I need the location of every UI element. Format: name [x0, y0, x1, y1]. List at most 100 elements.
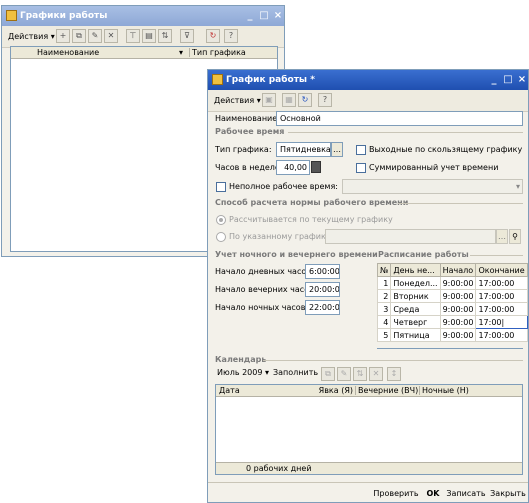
schedule-type-input[interactable]: Пятидневка — [276, 142, 331, 157]
schedule-form-window: График работы * _ □ × Действия ▾ ▣ ▦ ↻ ?… — [207, 69, 529, 503]
minimize-icon[interactable]: _ — [488, 73, 500, 86]
column-header[interactable]: Окончание — [475, 263, 528, 277]
ok-button[interactable]: OK — [422, 487, 444, 501]
month-value: Июль 2009 — [217, 368, 263, 377]
refresh-icon[interactable]: ↻ — [298, 93, 312, 107]
night-hours-input[interactable]: 22:00:00 — [305, 300, 340, 315]
hours-week-input[interactable]: 40,00 — [276, 160, 310, 175]
table-row[interactable]: 5 Пятница 9:00:00 17:00:00 — [376, 328, 528, 342]
help-icon[interactable]: ? — [318, 93, 332, 107]
table-row[interactable]: 4 Четверг 9:00:00 17:00| — [376, 315, 528, 329]
save-icon[interactable]: ▣ — [262, 93, 276, 107]
specified-schedule-input[interactable] — [325, 229, 496, 244]
close-icon[interactable]: × — [272, 9, 284, 22]
column-header-night[interactable]: Ночные (Н) — [422, 386, 469, 395]
delete-icon[interactable]: ✕ — [369, 367, 383, 381]
delete-icon[interactable]: ✕ — [104, 29, 118, 43]
row-number: 2 — [376, 289, 392, 303]
schedules-list-titlebar[interactable]: Графики работы _ □ × — [2, 6, 284, 26]
weekday-cell[interactable]: Четверг — [390, 315, 441, 329]
radio-current-schedule[interactable] — [216, 215, 226, 225]
close-button[interactable]: Закрыть — [488, 487, 528, 501]
add-icon[interactable]: + — [56, 29, 70, 43]
filter-icon[interactable]: ⊽ — [180, 29, 194, 43]
sort-icon[interactable]: ↕ — [387, 367, 401, 381]
weekday-cell[interactable]: Пятница — [390, 328, 441, 342]
name-input[interactable]: Основной — [276, 111, 523, 126]
maximize-icon[interactable]: □ — [258, 9, 270, 22]
start-time-cell[interactable]: 9:00:00 — [439, 276, 477, 290]
day-hours-label: Начало дневных часов: — [215, 267, 314, 276]
copy-icon[interactable]: ⧉ — [72, 29, 86, 43]
folder-add-icon[interactable]: ▤ — [142, 29, 156, 43]
end-time-cell[interactable]: 17:00:00 — [475, 276, 528, 290]
calculator-icon[interactable] — [311, 161, 321, 173]
radio-specified-schedule[interactable] — [216, 232, 226, 242]
ellipsis-button[interactable]: … — [496, 229, 508, 244]
column-header-evening[interactable]: Вечерние (ВЧ) — [358, 386, 420, 395]
working-days-count: 0 рабочих дней — [246, 464, 312, 473]
month-select[interactable]: Июль 2009 ▾ — [217, 368, 269, 377]
save-button[interactable]: Записать — [446, 487, 486, 501]
end-time-cell-editing[interactable]: 17:00| — [475, 315, 528, 329]
actions-menu-label: Действия — [8, 32, 49, 41]
end-time-cell[interactable]: 17:00:00 — [475, 289, 528, 303]
minimize-icon[interactable]: _ — [244, 9, 256, 22]
edit-icon[interactable]: ✎ — [337, 367, 351, 381]
summed-time-checkbox[interactable] — [356, 163, 366, 173]
reread-icon[interactable]: ▦ — [282, 93, 296, 107]
fill-button[interactable]: Заполнить — [273, 368, 318, 377]
part-time-checkbox[interactable] — [216, 182, 226, 192]
hierarchy-icon[interactable]: ⊤ — [126, 29, 140, 43]
weekday-cell[interactable]: Понедел... — [390, 276, 441, 290]
part-time-select[interactable]: ▾ — [342, 179, 523, 194]
start-time-cell[interactable]: 9:00:00 — [439, 315, 477, 329]
refresh-icon[interactable]: ↻ — [206, 29, 220, 43]
schedule-form-titlebar[interactable]: График работы * _ □ × — [208, 70, 528, 90]
section-norm-calc: Способ расчета нормы рабочего времени — [215, 198, 409, 207]
end-time-cell[interactable]: 17:00:00 — [475, 302, 528, 316]
start-time-cell[interactable]: 9:00:00 — [439, 289, 477, 303]
table-row[interactable]: 1 Понедел... 9:00:00 17:00:00 — [376, 276, 528, 290]
start-time-cell[interactable]: 9:00:00 — [439, 328, 477, 342]
schedule-form-toolbar: Действия ▾ ▣ ▦ ↻ ? — [208, 90, 528, 112]
schedule-type-label: Тип графика: — [215, 145, 272, 154]
column-header-date[interactable]: Дата — [219, 386, 240, 395]
schedule-type-select-button[interactable]: … — [331, 142, 343, 157]
row-number: 4 — [376, 315, 392, 329]
schedule-table[interactable]: № День не... Начало Окончание 1 Понедел.… — [376, 263, 528, 342]
sliding-holidays-checkbox[interactable] — [356, 145, 366, 155]
move-icon[interactable]: ⇅ — [158, 29, 172, 43]
column-header[interactable]: № — [376, 263, 392, 277]
column-header-type[interactable]: Тип графика — [189, 48, 246, 57]
sort-arrow-icon: ▾ — [179, 48, 184, 57]
check-button[interactable]: Проверить — [372, 487, 420, 501]
close-icon[interactable]: × — [516, 73, 528, 86]
actions-menu[interactable]: Действия ▾ — [211, 93, 264, 108]
day-hours-input[interactable]: 6:00:00 — [305, 264, 340, 279]
search-icon[interactable]: ⚲ — [509, 229, 521, 244]
table-row[interactable]: 3 Среда 9:00:00 17:00:00 — [376, 302, 528, 316]
column-header[interactable]: Начало — [439, 263, 477, 277]
copy-icon[interactable]: ⧉ — [321, 367, 335, 381]
column-header[interactable]: День не... — [390, 263, 441, 277]
schedule-table-header: № День не... Начало Окончание — [376, 263, 528, 277]
table-row[interactable]: 2 Вторник 9:00:00 17:00:00 — [376, 289, 528, 303]
section-divider — [288, 132, 523, 133]
evening-hours-input[interactable]: 20:00:00 — [305, 282, 340, 297]
weekday-cell[interactable]: Вторник — [390, 289, 441, 303]
column-header-name[interactable]: Наименование — [37, 48, 99, 57]
section-divider — [398, 203, 523, 204]
move-icon[interactable]: ⇅ — [353, 367, 367, 381]
end-time-cell[interactable]: 17:00:00 — [475, 328, 528, 342]
edit-icon[interactable]: ✎ — [88, 29, 102, 43]
calendar-table[interactable]: Дата Явка (Я) Вечерние (ВЧ) Ночные (Н) 0… — [215, 384, 523, 475]
actions-menu[interactable]: Действия ▾ — [5, 29, 58, 44]
hours-week-label: Часов в неделе: — [215, 163, 283, 172]
weekday-cell[interactable]: Среда — [390, 302, 441, 316]
help-icon[interactable]: ? — [224, 29, 238, 43]
chevron-down-icon: ▾ — [515, 182, 520, 191]
start-time-cell[interactable]: 9:00:00 — [439, 302, 477, 316]
column-header-attendance[interactable]: Явка (Я) — [300, 386, 356, 395]
maximize-icon[interactable]: □ — [502, 73, 514, 86]
